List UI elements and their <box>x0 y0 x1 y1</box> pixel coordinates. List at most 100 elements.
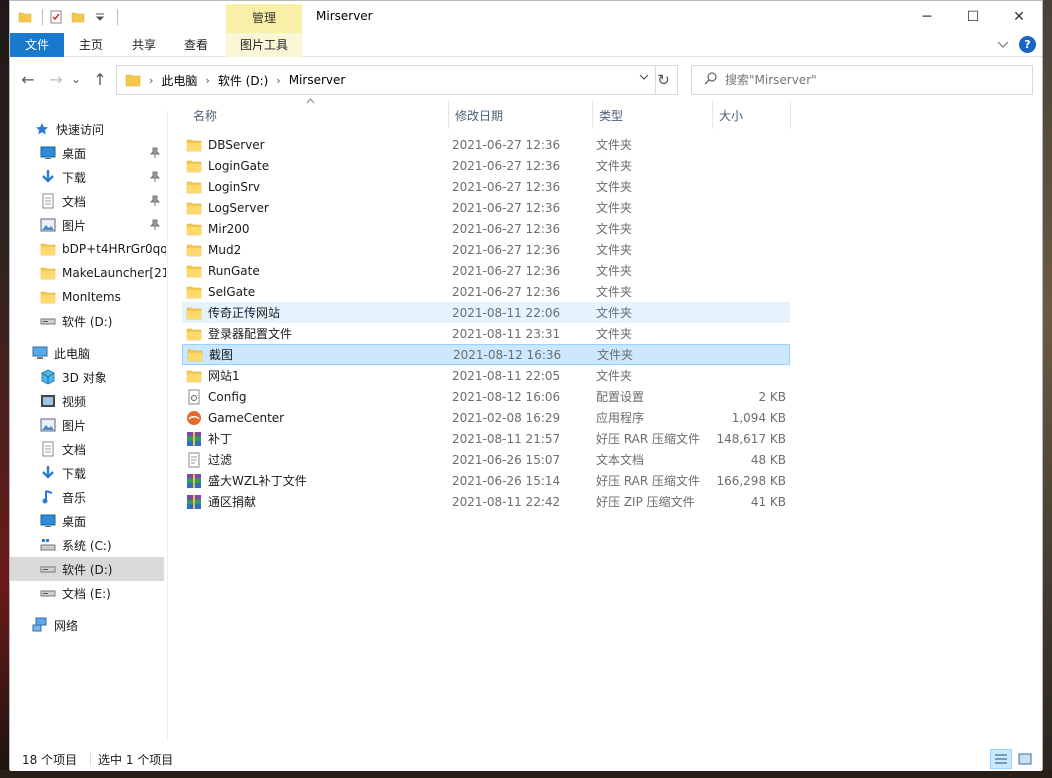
file-name[interactable]: GameCenter <box>186 410 284 426</box>
maximize-button[interactable]: ☐ <box>950 1 996 33</box>
breadcrumb-mirserver[interactable]: Mirserver <box>289 73 346 87</box>
file-row[interactable]: Mir200 2021-06-27 12:36 文件夹 <box>182 218 790 239</box>
file-row[interactable]: RunGate 2021-06-27 12:36 文件夹 <box>182 260 790 281</box>
sidebar-quick-access[interactable]: 快速访问 <box>10 117 164 141</box>
sidebar-pc-item[interactable]: 下载 <box>10 461 164 485</box>
column-header-date[interactable]: 修改日期 <box>448 104 592 128</box>
tab-home[interactable]: 主页 <box>72 33 110 57</box>
column-header-type[interactable]: 类型 <box>592 104 712 128</box>
file-name[interactable]: Mud2 <box>186 242 241 258</box>
sidebar-item-label: 3D 对象 <box>62 370 107 385</box>
sidebar-pc-item[interactable]: 3D 对象 <box>10 365 164 389</box>
file-row[interactable]: 登录器配置文件 2021-08-11 23:31 文件夹 <box>182 323 790 344</box>
up-button[interactable]: ↑ <box>90 69 110 89</box>
address-bar[interactable]: › 此电脑 › 软件 (D:) › Mirserver <box>116 65 656 95</box>
file-name[interactable]: RunGate <box>186 263 260 279</box>
window-title: Mirserver <box>316 9 373 23</box>
search-box[interactable] <box>691 65 1033 95</box>
sidebar-quick-item[interactable]: MakeLauncher[21 <box>10 261 166 285</box>
file-row[interactable]: LoginGate 2021-06-27 12:36 文件夹 <box>182 155 790 176</box>
breadcrumb-separator[interactable]: › <box>205 74 209 87</box>
recent-locations-button[interactable]: ⌄ <box>70 69 82 89</box>
large-icons-view-icon[interactable] <box>1014 749 1036 769</box>
sidebar-pc-item[interactable]: 文档 (E:) <box>10 581 164 605</box>
details-view-icon[interactable] <box>990 749 1012 769</box>
file-type: 文件夹 <box>596 138 633 152</box>
sidebar-pc-item[interactable]: 音乐 <box>10 485 164 509</box>
file-name[interactable]: Config <box>186 389 247 405</box>
file-name[interactable]: LoginSrv <box>186 179 260 195</box>
tab-view[interactable]: 查看 <box>176 33 216 57</box>
pane-divider[interactable] <box>167 111 168 741</box>
new-folder-icon[interactable] <box>69 8 87 26</box>
file-date: 2021-02-08 16:29 <box>452 410 561 425</box>
breadcrumb-this-pc[interactable]: 此电脑 <box>161 72 197 89</box>
column-header-size[interactable]: 大小 <box>712 104 790 128</box>
sidebar-item-label: 图片 <box>62 218 87 233</box>
file-row[interactable]: 通区捐献 2021-08-11 22:42 好压 ZIP 压缩文件 41 KB <box>182 491 790 512</box>
sidebar-pc-item[interactable]: 视频 <box>10 389 164 413</box>
file-row[interactable]: LoginSrv 2021-06-27 12:36 文件夹 <box>182 176 790 197</box>
file-name[interactable]: 登录器配置文件 <box>186 325 292 342</box>
sidebar-quick-item[interactable]: MonItems <box>10 285 164 309</box>
file-row[interactable]: 过滤 2021-06-26 15:07 文本文档 48 KB <box>182 449 790 470</box>
file-name[interactable]: 盛大WZL补丁文件 <box>186 472 307 489</box>
sidebar-this-pc[interactable]: 此电脑 <box>10 341 164 365</box>
properties-icon[interactable] <box>47 8 65 26</box>
sidebar-pc-item[interactable]: 软件 (D:) <box>10 557 164 581</box>
breadcrumb-separator[interactable]: › <box>276 74 280 87</box>
sidebar-pc-item[interactable]: 图片 <box>10 413 164 437</box>
column-header-name[interactable]: 名称 <box>186 104 448 128</box>
customize-toolbar-icon[interactable] <box>91 8 109 26</box>
breadcrumb-drive-d[interactable]: 软件 (D:) <box>218 72 268 89</box>
sidebar-pc-item[interactable]: 系统 (C:) <box>10 533 164 557</box>
breadcrumb-separator[interactable]: › <box>149 74 153 87</box>
tab-file[interactable]: 文件 <box>10 33 64 57</box>
back-button[interactable]: ← <box>18 69 38 89</box>
sidebar-pc-item[interactable]: 文档 <box>10 437 164 461</box>
close-button[interactable]: ✕ <box>996 1 1042 33</box>
sidebar-quick-item[interactable]: 文档 <box>10 189 164 213</box>
sidebar-quick-item[interactable]: 桌面 <box>10 141 164 165</box>
minimize-button[interactable]: ─ <box>904 1 950 33</box>
file-row[interactable]: 传奇正传网站 2021-08-11 22:06 文件夹 <box>182 302 790 323</box>
file-row[interactable]: LogServer 2021-06-27 12:36 文件夹 <box>182 197 790 218</box>
file-row[interactable]: Mud2 2021-06-27 12:36 文件夹 <box>182 239 790 260</box>
sidebar-pc-item[interactable]: 桌面 <box>10 509 164 533</box>
file-name[interactable]: Mir200 <box>186 221 250 237</box>
sidebar-quick-item[interactable]: bDP+t4HRrGr0qq <box>10 237 166 261</box>
sidebar-quick-item[interactable]: 下载 <box>10 165 164 189</box>
file-name[interactable]: 截图 <box>187 346 233 363</box>
file-name[interactable]: 网站1 <box>186 367 240 384</box>
refresh-button[interactable]: ↻ <box>650 65 678 95</box>
file-row[interactable]: DBServer 2021-06-27 12:36 文件夹 <box>182 134 790 155</box>
tab-share[interactable]: 共享 <box>124 33 164 57</box>
chevron-down-icon[interactable] <box>997 38 1009 52</box>
sidebar-item-label: 文档 <box>62 442 87 457</box>
file-row[interactable]: 补丁 2021-08-11 21:57 好压 RAR 压缩文件 148,617 KB <box>182 428 790 449</box>
column-divider[interactable] <box>790 101 791 129</box>
file-row[interactable]: 盛大WZL补丁文件 2021-06-26 15:14 好压 RAR 压缩文件 166,… <box>182 470 790 491</box>
file-row[interactable]: Config 2021-08-12 16:06 配置设置 2 KB <box>182 386 790 407</box>
file-name[interactable]: 过滤 <box>186 451 232 468</box>
file-name[interactable]: DBServer <box>186 137 265 153</box>
sidebar-quick-item[interactable]: 软件 (D:) <box>10 309 164 333</box>
file-row[interactable]: SelGate 2021-06-27 12:36 文件夹 <box>182 281 790 302</box>
forward-button[interactable]: → <box>46 69 66 89</box>
file-name[interactable]: SelGate <box>186 284 255 300</box>
chevron-down-icon[interactable] <box>639 73 649 84</box>
file-row[interactable]: GameCenter 2021-02-08 16:29 应用程序 1,094 KB <box>182 407 790 428</box>
folder-icon[interactable] <box>16 8 34 26</box>
sidebar-network[interactable]: 网络 <box>10 613 164 637</box>
file-name[interactable]: 补丁 <box>186 430 232 447</box>
file-name[interactable]: LogServer <box>186 200 269 216</box>
sidebar-quick-item[interactable]: 图片 <box>10 213 164 237</box>
file-name[interactable]: 通区捐献 <box>186 493 256 510</box>
file-name[interactable]: 传奇正传网站 <box>186 304 280 321</box>
file-name[interactable]: LoginGate <box>186 158 269 174</box>
file-row[interactable]: 截图 2021-08-12 16:36 文件夹 <box>182 344 790 365</box>
help-icon[interactable]: ? <box>1019 36 1036 53</box>
search-input[interactable] <box>723 72 1023 88</box>
file-row[interactable]: 网站1 2021-08-11 22:05 文件夹 <box>182 365 790 386</box>
tab-picture-tools[interactable]: 图片工具 <box>226 33 302 57</box>
